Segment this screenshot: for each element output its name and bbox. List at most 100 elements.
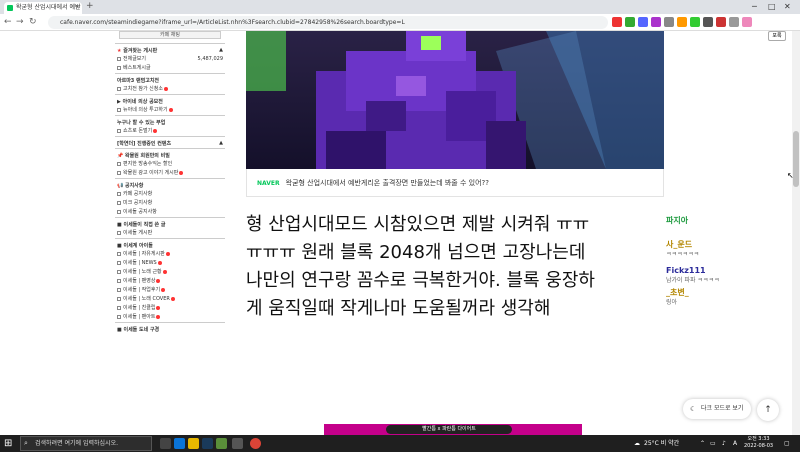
browser-tab[interactable]: 왁굳형 산업시대에서 예반 ✕ <box>4 2 82 14</box>
sidebar-item[interactable]: 뉴아네 의상 투고하기 <box>115 106 225 115</box>
network-icon[interactable]: ▭ <box>710 435 716 452</box>
edge-icon[interactable] <box>174 438 185 449</box>
sidebar-section: ■ 이세계 아이돌 <box>115 238 225 250</box>
mecha-screenshot <box>246 31 664 169</box>
taskbar-clock[interactable]: 오전 3:33 2022-08-03 <box>744 436 773 450</box>
sidebar-item[interactable]: 카페 공지사항 <box>115 190 225 199</box>
sidebar-section: 📢 공지사항 <box>115 178 225 190</box>
url-input[interactable]: cafe.naver.com/steamindiegame?iframe_url… <box>48 16 608 29</box>
sidebar-item[interactable]: 이세돌 | 자유게시판 <box>115 250 225 259</box>
chat-text: 링아 <box>666 299 678 306</box>
profile-avatar[interactable] <box>742 17 752 27</box>
sidebar-item[interactable]: 왁물원 광고 이야기 게시판 <box>115 169 225 178</box>
sidebar-item[interactable]: 이세돌 | 팬영상 <box>115 277 225 286</box>
windows-start-icon[interactable]: ⊞ <box>4 438 12 449</box>
steam-icon[interactable] <box>202 438 213 449</box>
notification-icon[interactable]: ▢ <box>784 435 790 452</box>
back-icon[interactable]: ← <box>4 16 12 29</box>
chat-username: 사_운드 <box>666 240 693 249</box>
weather-text[interactable]: 25°C 비 약간 <box>644 435 679 452</box>
puzzle-icon[interactable] <box>729 17 739 27</box>
minecraft-icon[interactable] <box>216 438 227 449</box>
extension-icon[interactable] <box>677 17 687 27</box>
article-line: 형 산업시대모드 시참있으면 제발 시켜줘 ㅠㅠ <box>246 214 590 235</box>
chat-message: _초변_ 링아 <box>666 288 786 308</box>
sidebar-item-best[interactable]: 베스트게시글 <box>115 64 225 73</box>
sidebar-item[interactable]: 이세돌 | 친클립 <box>115 304 225 313</box>
extension-icon[interactable] <box>690 17 700 27</box>
extension-icon[interactable] <box>638 17 648 27</box>
search-icon: ⌕ <box>24 439 28 447</box>
moon-icon: ☾ <box>690 405 697 413</box>
sidebar-item[interactable]: 이세돌 | NEWS <box>115 259 225 268</box>
extension-icon[interactable] <box>716 17 726 27</box>
volume-icon[interactable]: ♪ <box>722 435 726 452</box>
naver-cafe-icon <box>7 5 13 11</box>
windows-taskbar: ⊞ ⌕ 검색하려면 여기에 입력하십시오. ☁ 25°C 비 약간 ⌃ ▭ ♪ … <box>0 435 800 452</box>
extension-icon[interactable] <box>664 17 674 27</box>
url-text: cafe.naver.com/steamindiegame?iframe_url… <box>60 19 405 26</box>
caption-source: NAVER <box>257 180 280 187</box>
sidebar-section-favorites: ★ 즐겨찾는 게시판 ▲ <box>115 43 225 55</box>
dark-mode-label: 다크 모드로 보기 <box>701 405 744 412</box>
top-right-button[interactable]: 포록 <box>768 31 786 41</box>
tray-up-icon[interactable]: ⌃ <box>700 435 705 452</box>
browser-tab-bar: 왁굳형 산업시대에서 예반 ✕ + ─ □ ✕ <box>0 0 800 14</box>
sidebar-item-all-posts[interactable]: 전체글보기 5,487,029 <box>115 55 225 64</box>
sidebar-item[interactable]: 이세돌 공지사항 <box>115 208 225 217</box>
sidebar-section: 누구나 할 수 있는 부업 <box>115 115 225 127</box>
scrollbar-thumb[interactable] <box>793 131 799 187</box>
sidebar-section: ■ 이세돌이 직접 쓴 글 <box>115 217 225 229</box>
stream-chat-overlay: 파지아 사_운드 ㅋㅋㅋㅋㅋㅋ Fickz111 남가이 파파 ㅋㅋㅋㅋ _초변… <box>666 216 786 308</box>
sidebar-item[interactable]: 미크 공지사항 <box>115 199 225 208</box>
caption-text: 왁굳형 산업시대에서 예반게리온 출격장면 만들었는데 봐줄 수 있어?? <box>285 179 489 187</box>
taskbar-search-input[interactable]: ⌕ 검색하려면 여기에 입력하십시오. <box>20 436 152 451</box>
clock-date: 2022-08-03 <box>744 443 774 449</box>
mouse-cursor-icon: ↖ <box>787 171 794 180</box>
chat-username: 파지아 <box>666 216 689 225</box>
chrome-icon[interactable] <box>250 438 261 449</box>
minimize-icon[interactable]: ─ <box>752 0 757 14</box>
tab-title: 왁굳형 산업시대에서 예반 <box>16 4 81 11</box>
article-image[interactable] <box>246 31 664 169</box>
ad-banner-text: 빨간틈 x 파란틈 다이어트 <box>386 425 512 434</box>
obs-icon[interactable] <box>232 438 243 449</box>
sidebar-item[interactable]: 편지한 방송수익는 할인 <box>115 160 225 169</box>
cafe-chat-button[interactable]: 카페 채팅 <box>119 31 221 39</box>
new-tab-button[interactable]: + <box>86 1 94 11</box>
sidebar-item[interactable]: 이세돌 | 노래 COVER <box>115 295 225 304</box>
task-view-icon[interactable] <box>160 438 171 449</box>
chat-username: Fickz111 <box>666 266 706 275</box>
close-window-icon[interactable]: ✕ <box>784 0 791 14</box>
sidebar-item[interactable]: 쇼츠로 돈벌기 <box>115 127 225 136</box>
sidebar-item[interactable]: 이세돌 게시판 <box>115 229 225 238</box>
extension-icon[interactable] <box>625 17 635 27</box>
file-explorer-icon[interactable] <box>188 438 199 449</box>
chat-message: 파지아 <box>666 216 786 226</box>
chat-message: Fickz111 남가이 파파 ㅋㅋㅋㅋ <box>666 266 786 286</box>
sidebar-item[interactable]: 이세돌 | 노래 근황 <box>115 268 225 277</box>
sidebar-item[interactable]: 이세돌 | 팬아트 <box>115 313 225 322</box>
sidebar-section: ▶ 아이네 의상 공모전 <box>115 94 225 106</box>
sidebar-section: 📌 왁물원 회원만의 비밀 <box>115 148 225 160</box>
forward-icon[interactable]: → <box>16 16 24 29</box>
sidebar-item[interactable]: 고치전 참가 신청소 <box>115 85 225 94</box>
scroll-top-button[interactable]: ↑ <box>757 399 779 421</box>
close-tab-icon[interactable]: ✕ <box>75 2 80 14</box>
chat-username: _초변_ <box>666 288 689 297</box>
link-preview-caption[interactable]: NAVER 왁굳형 산업시대에서 예반게리온 출격장면 만들었는데 봐줄 수 있어… <box>246 169 664 197</box>
clock-time: 오전 3:33 <box>747 436 770 442</box>
maximize-icon[interactable]: □ <box>768 0 776 14</box>
reload-icon[interactable]: ↻ <box>29 16 37 29</box>
scrollbar[interactable] <box>792 31 800 435</box>
chat-message: 사_운드 ㅋㅋㅋㅋㅋㅋ <box>666 240 786 260</box>
extension-icon[interactable] <box>612 17 622 27</box>
ime-icon[interactable]: A <box>733 435 737 452</box>
search-placeholder: 검색하려면 여기에 입력하십시오. <box>35 440 119 447</box>
dark-mode-button[interactable]: ☾ 다크 모드로 보기 <box>683 399 751 419</box>
extension-icon[interactable] <box>651 17 661 27</box>
sidebar-item[interactable]: 이세돌 | 작업후기 <box>115 286 225 295</box>
article-line: 게 움직일때 작게나마 도움될꺼라 생각해 <box>246 298 551 319</box>
weather-icon: ☁ <box>634 440 640 447</box>
extension-icon[interactable] <box>703 17 713 27</box>
